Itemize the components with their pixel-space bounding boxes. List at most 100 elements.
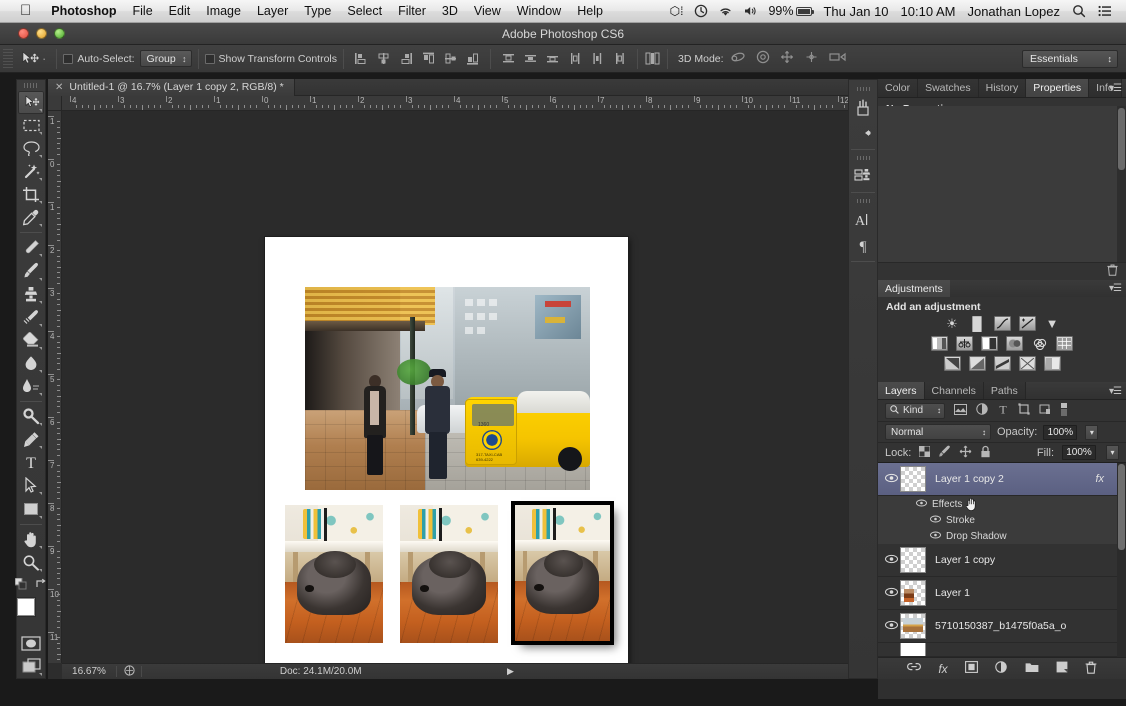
- distribute-horizontal-centers-icon[interactable]: [589, 50, 606, 67]
- tab-paths[interactable]: Paths: [984, 382, 1026, 399]
- brush-settings-icon[interactable]: [850, 120, 876, 146]
- lasso-tool[interactable]: [18, 137, 44, 160]
- black-white-icon[interactable]: [981, 336, 998, 351]
- trash-icon[interactable]: [1107, 264, 1118, 279]
- crop-tool[interactable]: [18, 183, 44, 206]
- fill-value[interactable]: 100%: [1062, 445, 1096, 460]
- dog-photo-2[interactable]: [400, 505, 498, 643]
- clone-stamp-tool[interactable]: [18, 283, 44, 306]
- rectangular-marquee-tool[interactable]: [18, 114, 44, 137]
- wifi-icon[interactable]: [713, 5, 738, 17]
- brightness-contrast-icon[interactable]: ☀: [944, 316, 961, 331]
- default-colors-icon[interactable]: [15, 578, 27, 593]
- eraser-tool[interactable]: [18, 329, 44, 352]
- menu-window[interactable]: Window: [509, 4, 569, 18]
- layer-effects-row[interactable]: Effects: [878, 496, 1126, 512]
- 3d-orbit-icon[interactable]: [730, 50, 746, 67]
- layer-name[interactable]: Layer 1 copy: [935, 554, 995, 566]
- layer-thumbnail[interactable]: [900, 613, 926, 639]
- layer-visibility-icon[interactable]: [882, 587, 900, 600]
- layer-effect-stroke-row[interactable]: Stroke: [878, 512, 1126, 528]
- align-bottom-edges-icon[interactable]: [464, 50, 481, 67]
- spot-healing-brush-tool[interactable]: [18, 236, 44, 259]
- move-tool-icon[interactable]: ·: [17, 51, 50, 67]
- magic-wand-tool[interactable]: [18, 160, 44, 183]
- layer-name[interactable]: Layer 1: [935, 587, 970, 599]
- tab-properties[interactable]: Properties: [1026, 79, 1089, 97]
- apple-logo-icon[interactable]: : [20, 3, 31, 18]
- filter-pixel-icon[interactable]: [954, 404, 967, 418]
- align-top-edges-icon[interactable]: [420, 50, 437, 67]
- dog-photo-1[interactable]: [285, 505, 383, 643]
- street-taxi-photo[interactable]: 1360 317-TAXI-CAB639-4222: [305, 287, 590, 490]
- layer-thumbnail[interactable]: [900, 547, 926, 573]
- paragraph-panel-icon[interactable]: ¶: [850, 232, 876, 258]
- stroke-visibility-icon[interactable]: [930, 515, 946, 525]
- filter-shape-icon[interactable]: [1018, 403, 1030, 418]
- layer-thumbnail[interactable]: [900, 580, 926, 606]
- fill-stepper[interactable]: ▾: [1106, 445, 1119, 460]
- delete-layer-icon[interactable]: [1085, 661, 1097, 677]
- curves-icon[interactable]: [994, 316, 1011, 331]
- new-layer-icon[interactable]: [1056, 661, 1068, 676]
- status-expand-arrow-icon[interactable]: ▶: [500, 666, 522, 677]
- menu-select[interactable]: Select: [339, 4, 390, 18]
- menu-layer[interactable]: Layer: [249, 4, 296, 18]
- menu-3d[interactable]: 3D: [434, 4, 466, 18]
- hue-saturation-icon[interactable]: [931, 336, 948, 351]
- spotlight-search-icon[interactable]: [1066, 4, 1092, 18]
- blur-tool[interactable]: [18, 375, 44, 398]
- zoom-level[interactable]: 16.67%: [62, 666, 116, 677]
- ruler-corner[interactable]: [48, 96, 62, 111]
- layer-visibility-icon[interactable]: [882, 473, 900, 486]
- align-right-edges-icon[interactable]: [397, 50, 414, 67]
- distribute-bottom-edges-icon[interactable]: [544, 50, 561, 67]
- filter-smart-object-icon[interactable]: [1039, 403, 1051, 418]
- align-vertical-centers-icon[interactable]: [442, 50, 459, 67]
- auto-select-checkbox[interactable]: [63, 54, 73, 64]
- rail-grip-3[interactable]: [857, 199, 870, 203]
- opacity-value[interactable]: 100%: [1043, 425, 1077, 440]
- auto-select-group-dropdown[interactable]: Group: [140, 50, 192, 67]
- panel-menu-icon[interactable]: ▾☰: [1109, 83, 1121, 94]
- notification-center-icon[interactable]: [1092, 5, 1118, 17]
- 3d-scale-icon[interactable]: [829, 51, 846, 66]
- link-layers-icon[interactable]: [907, 662, 921, 676]
- layer-effects-indicator[interactable]: fx: [1095, 473, 1104, 485]
- layer-filter-kind-dropdown[interactable]: Kind: [885, 403, 945, 419]
- vertical-ruler[interactable]: 101234567891011: [48, 111, 62, 663]
- menu-view[interactable]: View: [466, 4, 509, 18]
- tab-history[interactable]: History: [979, 79, 1027, 97]
- layers-scrollbar[interactable]: [1117, 463, 1126, 657]
- filter-type-icon[interactable]: T: [997, 403, 1009, 418]
- dog-photo-3-with-stroke-and-shadow[interactable]: [515, 505, 610, 641]
- 3d-pan-icon[interactable]: [780, 50, 794, 67]
- layer-visibility-icon[interactable]: [882, 554, 900, 567]
- tab-swatches[interactable]: Swatches: [918, 79, 979, 97]
- clone-source-icon[interactable]: [850, 163, 876, 189]
- align-left-edges-icon[interactable]: [353, 50, 370, 67]
- menu-type[interactable]: Type: [296, 4, 339, 18]
- align-horizontal-centers-icon[interactable]: [375, 50, 392, 67]
- zoom-tool[interactable]: [18, 551, 44, 574]
- color-lookup-icon[interactable]: [1056, 336, 1073, 351]
- new-adjustment-layer-icon[interactable]: [995, 661, 1008, 676]
- color-balance-icon[interactable]: [956, 336, 973, 351]
- brush-presets-icon[interactable]: [850, 94, 876, 120]
- layer-row-layer-1-copy-2[interactable]: Layer 1 copy 2 fx: [878, 463, 1126, 496]
- blend-mode-dropdown[interactable]: Normal: [885, 424, 991, 440]
- type-tool[interactable]: T: [18, 451, 44, 474]
- options-bar-grip[interactable]: [3, 49, 13, 69]
- layers-panel-menu-icon[interactable]: ▾☰: [1109, 386, 1121, 397]
- canvas-area[interactable]: 1360 317-TAXI-CAB639-4222: [62, 111, 879, 663]
- screen-mode-icon[interactable]: [18, 655, 44, 678]
- battery-status[interactable]: 99%: [763, 4, 817, 18]
- 3d-slide-icon[interactable]: [804, 50, 819, 67]
- rail-grip-1[interactable]: [857, 87, 870, 91]
- layer-thumbnail[interactable]: [900, 466, 926, 492]
- dodge-tool[interactable]: [18, 405, 44, 428]
- gradient-map-icon[interactable]: [1019, 356, 1036, 371]
- drop-shadow-visibility-icon[interactable]: [930, 531, 946, 541]
- tab-color[interactable]: Color: [878, 79, 918, 97]
- horizontal-ruler[interactable]: 43210123456789101112: [62, 96, 879, 111]
